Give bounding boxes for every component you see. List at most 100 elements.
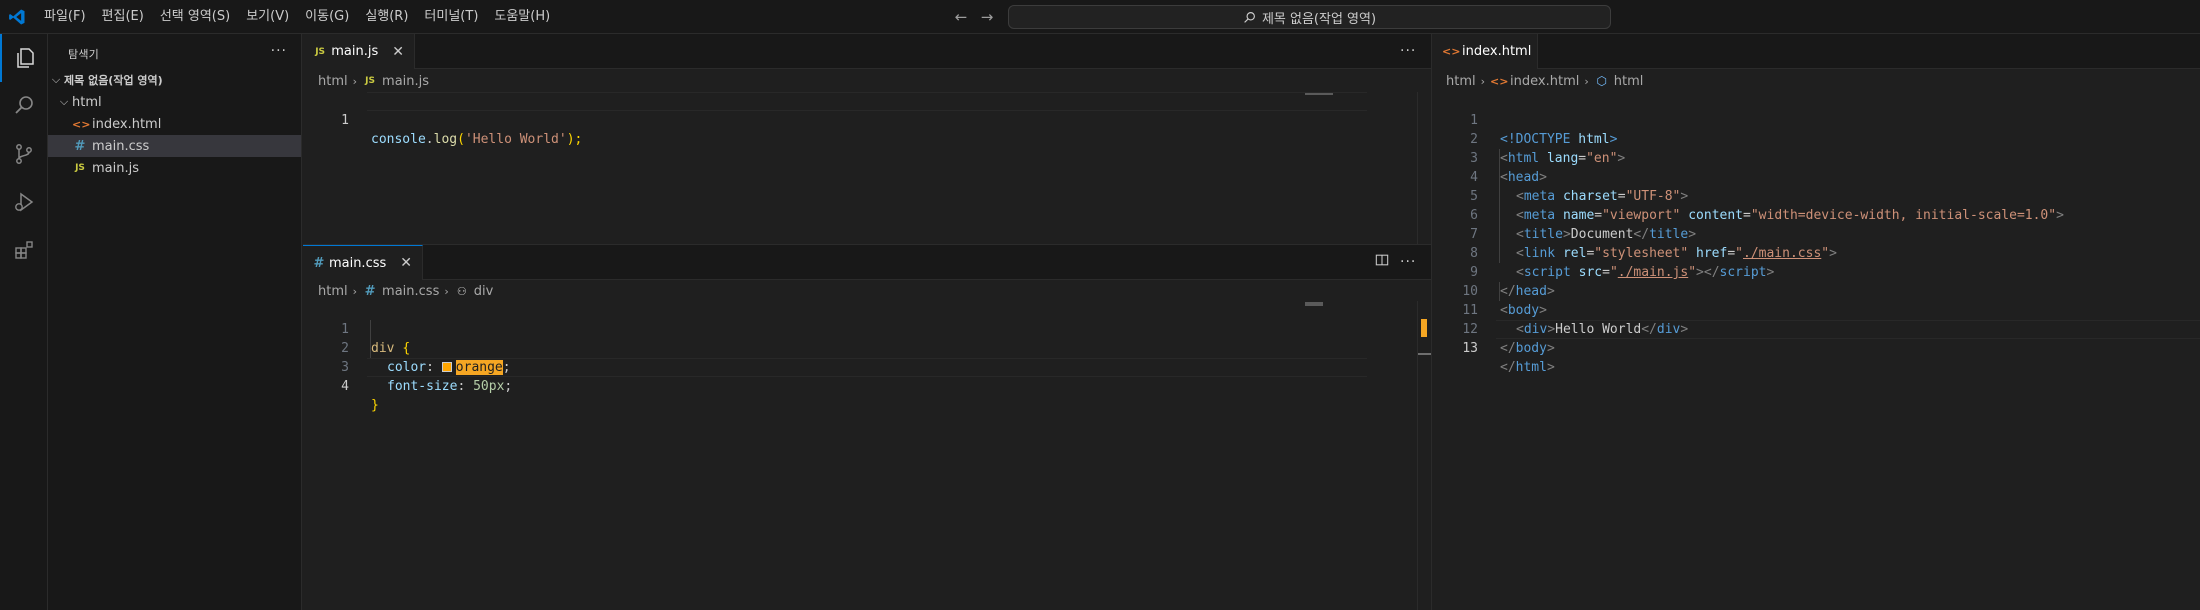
breadcrumb-item[interactable]: html [318,284,348,299]
code-content: </body> [1500,341,1555,356]
current-line-highlight [367,358,1367,377]
token: " [1821,246,1830,261]
menu-run[interactable]: 실행(R) [357,0,416,34]
code-content: <title>Document</title> [1516,227,1697,242]
menu-go[interactable]: 이동(G) [297,0,357,34]
breadcrumb-item[interactable]: html [318,74,348,89]
breadcrumb-item[interactable]: div [474,284,494,299]
token: log [433,132,458,147]
token: . [425,132,434,147]
breadcrumb-item[interactable]: main.css [382,284,439,299]
menu-view[interactable]: 보기(V) [238,0,297,34]
file-label: main.js [92,160,139,176]
file-label: index.html [92,116,162,132]
code-line: 5 <meta name="viewport" content="width=d… [1432,168,2064,223]
menu-terminal[interactable]: 터미널(T) [416,0,486,34]
current-line-highlight [367,92,1367,111]
code-line: 8 <script src="./main.js"></script> [1432,225,1774,280]
code-content: <script src="./main.js"></script> [1516,265,1775,280]
file-main-js[interactable]: JS main.js [48,157,301,179]
split-editor-icon[interactable] [1375,253,1389,271]
menu-file[interactable]: 파일(F) [36,0,94,34]
chevron-down-icon: ⌵ [51,73,61,86]
close-icon[interactable]: ✕ [392,44,404,60]
js-file-icon: JS [365,76,375,86]
link-token[interactable]: ./main.css [1743,246,1821,261]
more-actions-icon[interactable]: ··· [271,43,287,59]
back-arrow-icon[interactable]: ← [951,7,971,27]
command-center[interactable]: 제목 없음(작업 영역) [1008,5,1611,29]
chevron-right-icon: › [352,284,358,298]
js-file-icon: JS [75,163,85,173]
more-actions-icon[interactable]: ··· [1400,254,1416,270]
breadcrumb-item[interactable]: html [1614,74,1644,89]
scrollbar[interactable] [1417,301,1431,610]
symbol-element-icon: ⬡ [1596,74,1607,88]
tab-index-html[interactable]: <> index.html [1432,34,1538,69]
token: "UTF-8" [1625,189,1681,204]
code-content: font-size: 50px; [387,377,512,396]
token: html [1578,132,1610,147]
css-file-icon: # [364,283,376,299]
explorer-sidebar: 탐색기 ··· ⌵ 제목 없음(작업 영역) ⌵ html <> index.h… [48,34,302,610]
breadcrumb-item[interactable]: html [1446,74,1476,89]
menu-edit[interactable]: 편집(E) [94,0,152,34]
source-control-icon[interactable] [0,130,48,178]
scrollbar[interactable] [1417,92,1431,244]
code-line: 7 <link rel="stylesheet" href="./main.cs… [1432,206,1837,261]
close-icon[interactable]: ✕ [400,255,412,271]
token: "stylesheet" [1594,246,1689,261]
run-debug-icon[interactable] [0,178,48,226]
explorer-title: 탐색기 [68,48,99,61]
search-view-icon[interactable] [0,82,48,130]
minimap[interactable] [1305,93,1333,95]
token: div [371,341,395,356]
editor-tabbar-top-left: JS main.js ✕ ··· [303,34,1431,69]
minimap[interactable] [1305,302,1323,306]
code-line: 2 <html lang="en"> [1432,111,1625,166]
folder-html[interactable]: ⌵ html [48,91,301,113]
code-content: color: orange; [387,358,511,377]
code-line: 1 <!DOCTYPE html> [1432,92,1617,147]
token: "width=device-width, initial-scale=1.0" [1750,208,2057,223]
editor-tabbar-right: <> index.html [1432,34,2200,69]
token: ; [502,360,511,375]
code-line: 11 <div>Hello World</div> [1432,282,1688,337]
extensions-icon[interactable] [0,226,48,274]
token: rel [1562,246,1587,261]
file-main-css[interactable]: # main.css [48,135,301,157]
token: color [387,360,427,375]
workspace-header[interactable]: ⌵ 제목 없음(작업 영역) [48,69,301,91]
breadcrumb-item[interactable]: main.js [382,74,429,89]
menu-selection[interactable]: 선택 영역(S) [152,0,238,34]
code-content: } [371,396,379,415]
token: content [1688,208,1744,223]
token: 'Hello World' [464,132,567,147]
token: { [402,341,411,356]
forward-arrow-icon[interactable]: → [977,7,997,27]
code-line: 4 } [303,358,379,413]
line-number: 1 [341,113,349,128]
more-actions-icon[interactable]: ··· [1400,43,1416,59]
breadcrumb: html › JS main.js [318,70,429,92]
explorer-icon[interactable] [0,34,48,82]
code-content: </head> [1500,284,1555,299]
color-swatch[interactable] [441,362,452,372]
tab-main-css[interactable]: # main.css ✕ [303,245,423,280]
token: " [1688,265,1697,280]
menu-help[interactable]: 도움말(H) [486,0,558,34]
code-line: 3 <head> [1432,130,1547,185]
code-editor-index-html[interactable]: 1 <!DOCTYPE html> 2 <html lang="en"> 3 <… [1432,92,2200,610]
token: " [1735,246,1743,261]
token: <!DOCTYPE [1500,132,1571,147]
code-editor-main-css[interactable]: 1 div { 2 color: orange; 3 font-size: 50… [303,301,1415,610]
code-editor-main-js[interactable]: 1 console.log('Hello World'); [303,92,1415,244]
code-content: <body> [1500,303,1547,318]
chevron-right-icon: › [444,284,449,298]
tab-main-js[interactable]: JS main.js ✕ [303,34,415,69]
symbol-class-icon: ⚇ [456,284,467,298]
breadcrumb-item[interactable]: index.html [1510,74,1579,89]
token: ( [457,132,465,147]
link-token[interactable]: ./main.js [1618,265,1688,280]
file-index-html[interactable]: <> index.html [48,113,301,135]
